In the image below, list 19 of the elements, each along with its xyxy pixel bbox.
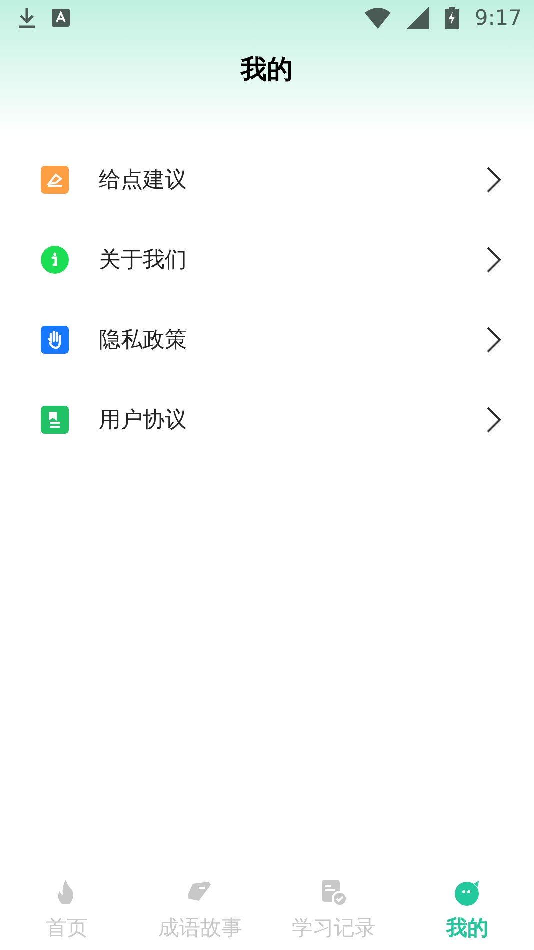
keyboard-a-icon bbox=[52, 9, 70, 27]
status-time: 9:17 bbox=[474, 6, 522, 30]
menu-item[interactable]: 隐私政策 bbox=[0, 300, 534, 380]
wifi-icon bbox=[364, 7, 391, 29]
feedback-icon bbox=[41, 166, 69, 194]
hand-icon bbox=[41, 326, 69, 354]
chevron-right-icon bbox=[486, 246, 502, 274]
chevron-right-icon bbox=[486, 406, 502, 434]
info-icon bbox=[41, 246, 69, 274]
menu-item[interactable]: 给点建议 bbox=[0, 140, 534, 220]
page-title: 我的 bbox=[241, 54, 293, 87]
document-icon bbox=[41, 406, 69, 434]
menu-item[interactable]: 关于我们 bbox=[0, 220, 534, 300]
battery-icon bbox=[444, 7, 459, 29]
download-icon bbox=[18, 7, 36, 29]
chevron-right-icon bbox=[486, 326, 502, 354]
chevron-right-icon bbox=[486, 166, 502, 194]
menu-item[interactable]: 用户协议 bbox=[0, 380, 534, 460]
signal-icon bbox=[406, 7, 429, 29]
